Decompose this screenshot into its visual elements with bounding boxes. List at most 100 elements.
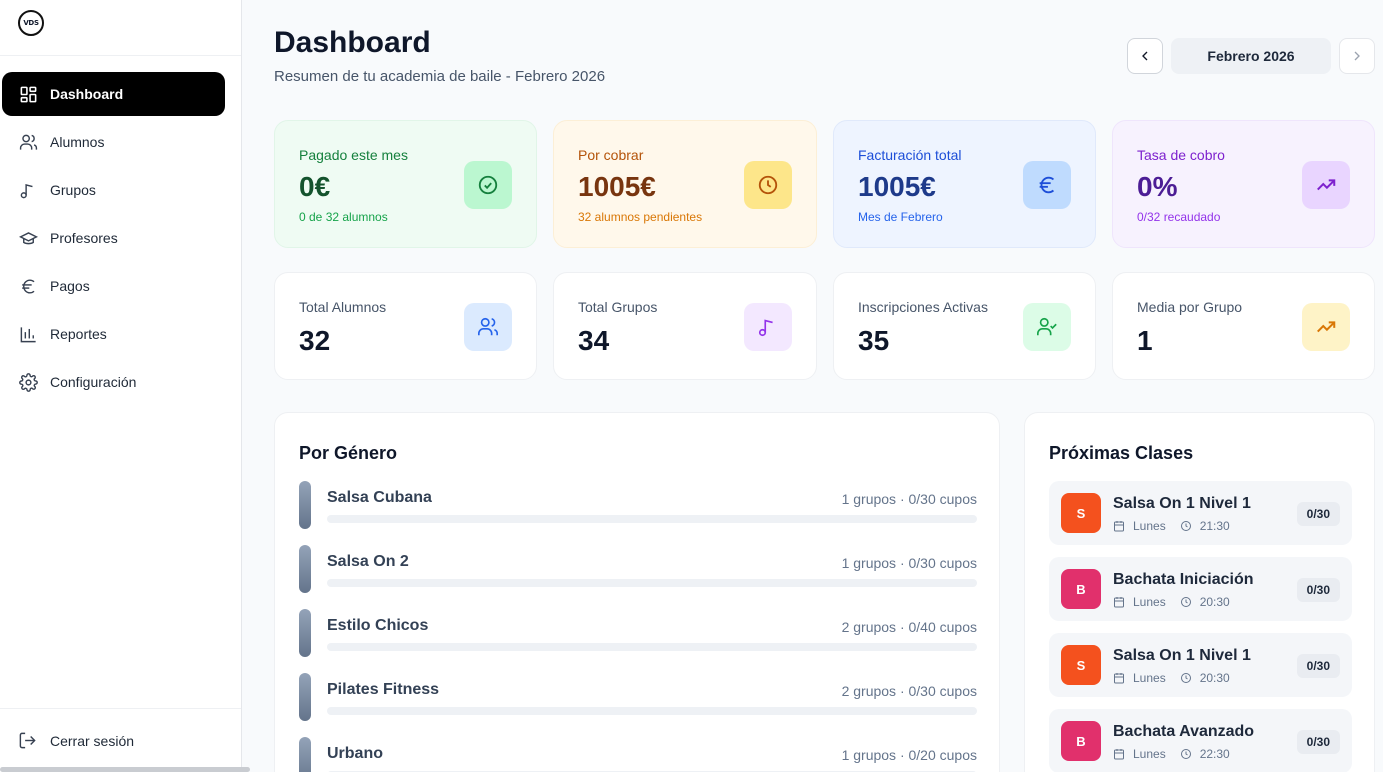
stat-label: Pagado este mes [299,147,408,163]
sidebar-item-label: Configuración [50,374,137,390]
prev-month-button[interactable] [1127,38,1163,74]
graduation-cap-icon [18,228,38,248]
clock-icon [1180,597,1191,607]
genre-row[interactable]: Salsa Cubana 1 grupos · 0/30 cupos [299,481,977,529]
dashboard-icon [18,84,38,104]
class-avatar: B [1061,721,1101,761]
summary-card-enrollments: Inscripciones Activas 35 [833,272,1096,380]
sidebar-item-label: Pagos [50,278,90,294]
class-schedule: Lunes 20:30 [1113,671,1230,685]
stat-card-pending: Por cobrar 1005€ 32 alumnos pendientes [553,120,817,248]
next-month-button[interactable] [1339,38,1375,74]
class-item[interactable]: B Bachata Iniciación Lunes 20:30 0/30 [1049,557,1352,621]
class-schedule: Lunes 21:30 [1113,519,1230,533]
class-time: 21:30 [1199,519,1230,533]
music-note-icon [18,180,38,200]
genre-name: Pilates Fitness [327,681,440,698]
clock-icon [1180,673,1191,683]
stat-note: 0 de 32 alumnos [299,210,388,224]
sidebar-item-label: Reportes [50,326,107,342]
summary-value: 32 [299,325,331,356]
genre-name: Salsa Cubana [327,489,432,506]
class-avatar: S [1061,493,1101,533]
genre-meta: 2 grupos · 0/40 cupos [841,619,977,635]
class-day: Lunes [1133,519,1166,533]
calendar-icon [1114,673,1124,684]
stat-card-billing: Facturación total 1005€ Mes de Febrero [833,120,1096,248]
class-name: Salsa On 1 Nivel 1 [1113,647,1251,664]
class-avatar: S [1061,645,1101,685]
sidebar-item-reportes[interactable]: Reportes [2,312,225,356]
class-name: Bachata Iniciación [1113,571,1254,588]
calendar-icon [1114,521,1124,532]
genre-row[interactable]: Estilo Chicos 2 grupos · 0/40 cupos [299,609,977,657]
genre-row[interactable]: Urbano 1 grupos · 0/20 cupos [299,737,977,772]
sidebar-item-label: Dashboard [50,86,124,102]
gear-icon [18,372,38,392]
stat-note: Mes de Febrero [858,210,943,224]
page-title: Dashboard [274,26,431,59]
summary-label: Total Grupos [578,299,658,315]
sidebar-item-label: Grupos [50,182,96,198]
summary-label: Media por Grupo [1137,299,1243,315]
sidebar-item-alumnos[interactable]: Alumnos [2,120,225,164]
sidebar-nav: Dashboard Alumnos Grupos Profesores Pago… [2,72,225,408]
genre-name: Estilo Chicos [327,617,429,634]
stat-value: 0% [1137,171,1178,202]
summary-value: 35 [858,325,890,356]
calendar-icon [1114,749,1124,760]
summary-value: 34 [578,325,610,356]
check-circle-icon [464,161,512,209]
sidebar-item-pagos[interactable]: Pagos [2,264,225,308]
sidebar-item-grupos[interactable]: Grupos [2,168,225,212]
genre-row[interactable]: Pilates Fitness 2 grupos · 0/30 cupos [299,673,977,721]
users-icon [18,132,38,152]
class-time: 20:30 [1199,671,1230,685]
bar-chart-icon [18,324,38,344]
genre-progress [327,643,977,651]
upcoming-classes-title: Próximas Clases [1049,443,1194,463]
genre-indicator [299,545,311,593]
stat-note: 32 alumnos pendientes [578,210,703,224]
chevron-left-icon [1142,51,1148,61]
class-schedule: Lunes 22:30 [1113,747,1230,761]
logo-area: VDS [0,0,241,56]
user-check-icon [1023,303,1071,351]
users-icon [464,303,512,351]
genre-indicator [299,673,311,721]
class-capacity-badge: 0/30 [1296,502,1340,526]
genre-meta: 1 grupos · 0/30 cupos [841,491,977,507]
class-name: Salsa On 1 Nivel 1 [1113,495,1251,512]
summary-card-students: Total Alumnos 32 [274,272,537,380]
summary-value: 1 [1137,325,1153,356]
stat-label: Facturación total [858,147,962,163]
sidebar-item-label: Alumnos [50,134,105,150]
app-logo[interactable]: VDS [18,10,44,36]
class-capacity-badge: 0/30 [1296,578,1340,602]
genre-row[interactable]: Salsa On 2 1 grupos · 0/30 cupos [299,545,977,593]
sidebar-item-profesores[interactable]: Profesores [2,216,225,260]
genre-name: Urbano [327,745,383,762]
genre-panel-title: Por Género [299,443,398,463]
month-navigator: Febrero 2026 [1127,38,1375,74]
class-item[interactable]: S Salsa On 1 Nivel 1 Lunes 20:30 0/30 [1049,633,1352,697]
sidebar-item-dashboard[interactable]: Dashboard [2,72,225,116]
stat-note: 0/32 recaudado [1137,210,1221,224]
genre-name: Salsa On 2 [327,553,409,570]
class-capacity-badge: 0/30 [1296,654,1340,678]
euro-icon [18,276,38,296]
genre-meta: 2 grupos · 0/30 cupos [841,683,977,699]
genre-panel: Por Género Salsa Cubana 1 grupos · 0/30 … [274,412,1000,772]
trending-up-icon [1302,161,1350,209]
euro-icon [1023,161,1071,209]
class-item[interactable]: B Bachata Avanzado Lunes 22:30 0/30 [1049,709,1352,772]
horizontal-scrollbar[interactable] [0,767,250,772]
stat-value: 1005€ [578,171,656,202]
sidebar-item-configuracion[interactable]: Configuración [2,360,225,404]
logout-button[interactable]: Cerrar sesión [0,708,241,772]
music-note-icon [744,303,792,351]
genre-progress [327,579,977,587]
calendar-icon [1114,597,1124,608]
stat-value: 1005€ [858,171,936,202]
class-item[interactable]: S Salsa On 1 Nivel 1 Lunes 21:30 0/30 [1049,481,1352,545]
